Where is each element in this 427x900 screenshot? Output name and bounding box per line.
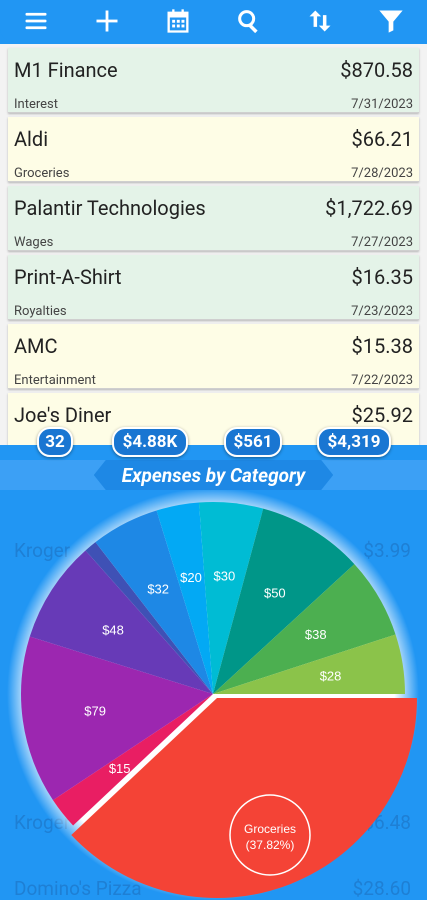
pie-slice-label: $50 — [264, 585, 286, 600]
filter-icon — [379, 10, 404, 33]
payee-name: Aldi — [14, 127, 49, 151]
transaction-row[interactable]: Print-A-Shirt $16.35 Royalties 7/23/2023 — [8, 255, 419, 320]
date: 7/23/2023 — [351, 304, 413, 319]
net-total-badge[interactable]: $4,319 — [317, 427, 391, 457]
pie-slice-label: $38 — [305, 627, 327, 642]
sort-button[interactable] — [300, 1, 340, 41]
date: 7/27/2023 — [351, 235, 413, 250]
pie-slice-label: $79 — [84, 704, 106, 719]
category: Interest — [14, 97, 59, 112]
category: Entertainment — [14, 373, 96, 388]
calendar-icon — [167, 9, 189, 33]
selected-slice-callout[interactable]: Groceries (37.82%) — [229, 794, 311, 876]
date: 7/22/2023 — [351, 373, 413, 388]
expenses-pie-chart: $15 $79 $48 $32 $20 $30 $50 $38 $28 Groceries (3… — [7, 490, 419, 900]
amount: $66.21 — [351, 127, 413, 151]
expense-total-badge[interactable]: $561 — [224, 427, 282, 457]
menu-icon — [25, 12, 47, 30]
date: 7/28/2023 — [351, 166, 413, 181]
menu-button[interactable] — [16, 1, 56, 41]
pie-slice-label: $28 — [320, 668, 342, 683]
payee-name: Joe's Diner — [14, 403, 112, 427]
amount: $1,722.69 — [325, 196, 413, 220]
payee-name: Print-A-Shirt — [14, 265, 122, 289]
income-total-badge[interactable]: $4.88K — [112, 427, 188, 457]
add-transaction-button[interactable] — [87, 1, 127, 41]
callout-label: Groceries — [244, 822, 296, 836]
transaction-count-badge[interactable]: 32 — [37, 427, 73, 457]
add-icon — [96, 10, 118, 32]
calendar-button[interactable] — [158, 1, 198, 41]
pie-slice-label: $32 — [147, 581, 169, 596]
sort-icon — [309, 10, 331, 32]
chart-title[interactable]: Expenses by Category — [94, 460, 333, 490]
pie-slice-label: $15 — [109, 761, 131, 776]
transaction-list: M1 Finance $870.58 Interest 7/31/2023 Al… — [0, 44, 427, 464]
payee-name: M1 Finance — [14, 58, 118, 82]
payee-name: Palantir Technologies — [14, 196, 206, 220]
amount: $16.35 — [351, 265, 413, 289]
search-button[interactable] — [229, 1, 269, 41]
payee-name: AMC — [14, 334, 58, 358]
chart-title-banner: Expenses by Category — [0, 460, 427, 490]
search-icon — [238, 10, 258, 34]
amount: $25.92 — [351, 403, 413, 427]
transaction-row[interactable]: AMC $15.38 Entertainment 7/22/2023 — [8, 324, 419, 389]
pie-slice-label: $30 — [214, 569, 236, 584]
pie-slice-label: $48 — [102, 622, 124, 637]
callout-percent: (37.82%) — [246, 838, 295, 852]
filter-button[interactable] — [371, 1, 411, 41]
category: Groceries — [14, 166, 70, 181]
category: Royalties — [14, 304, 67, 319]
transaction-row[interactable]: Aldi $66.21 Groceries 7/28/2023 — [8, 117, 419, 182]
pie-slice-label: $20 — [180, 570, 202, 585]
amount: $15.38 — [351, 334, 413, 358]
date: 7/31/2023 — [351, 97, 413, 112]
amount: $870.58 — [340, 58, 413, 82]
transaction-row[interactable]: M1 Finance $870.58 Interest 7/31/2023 — [8, 48, 419, 113]
top-toolbar — [0, 0, 427, 42]
category: Wages — [14, 235, 54, 250]
summary-badges: 32 $4.88K $561 $4,319 — [0, 427, 427, 457]
transaction-row[interactable]: Palantir Technologies $1,722.69 Wages 7/… — [8, 186, 419, 251]
